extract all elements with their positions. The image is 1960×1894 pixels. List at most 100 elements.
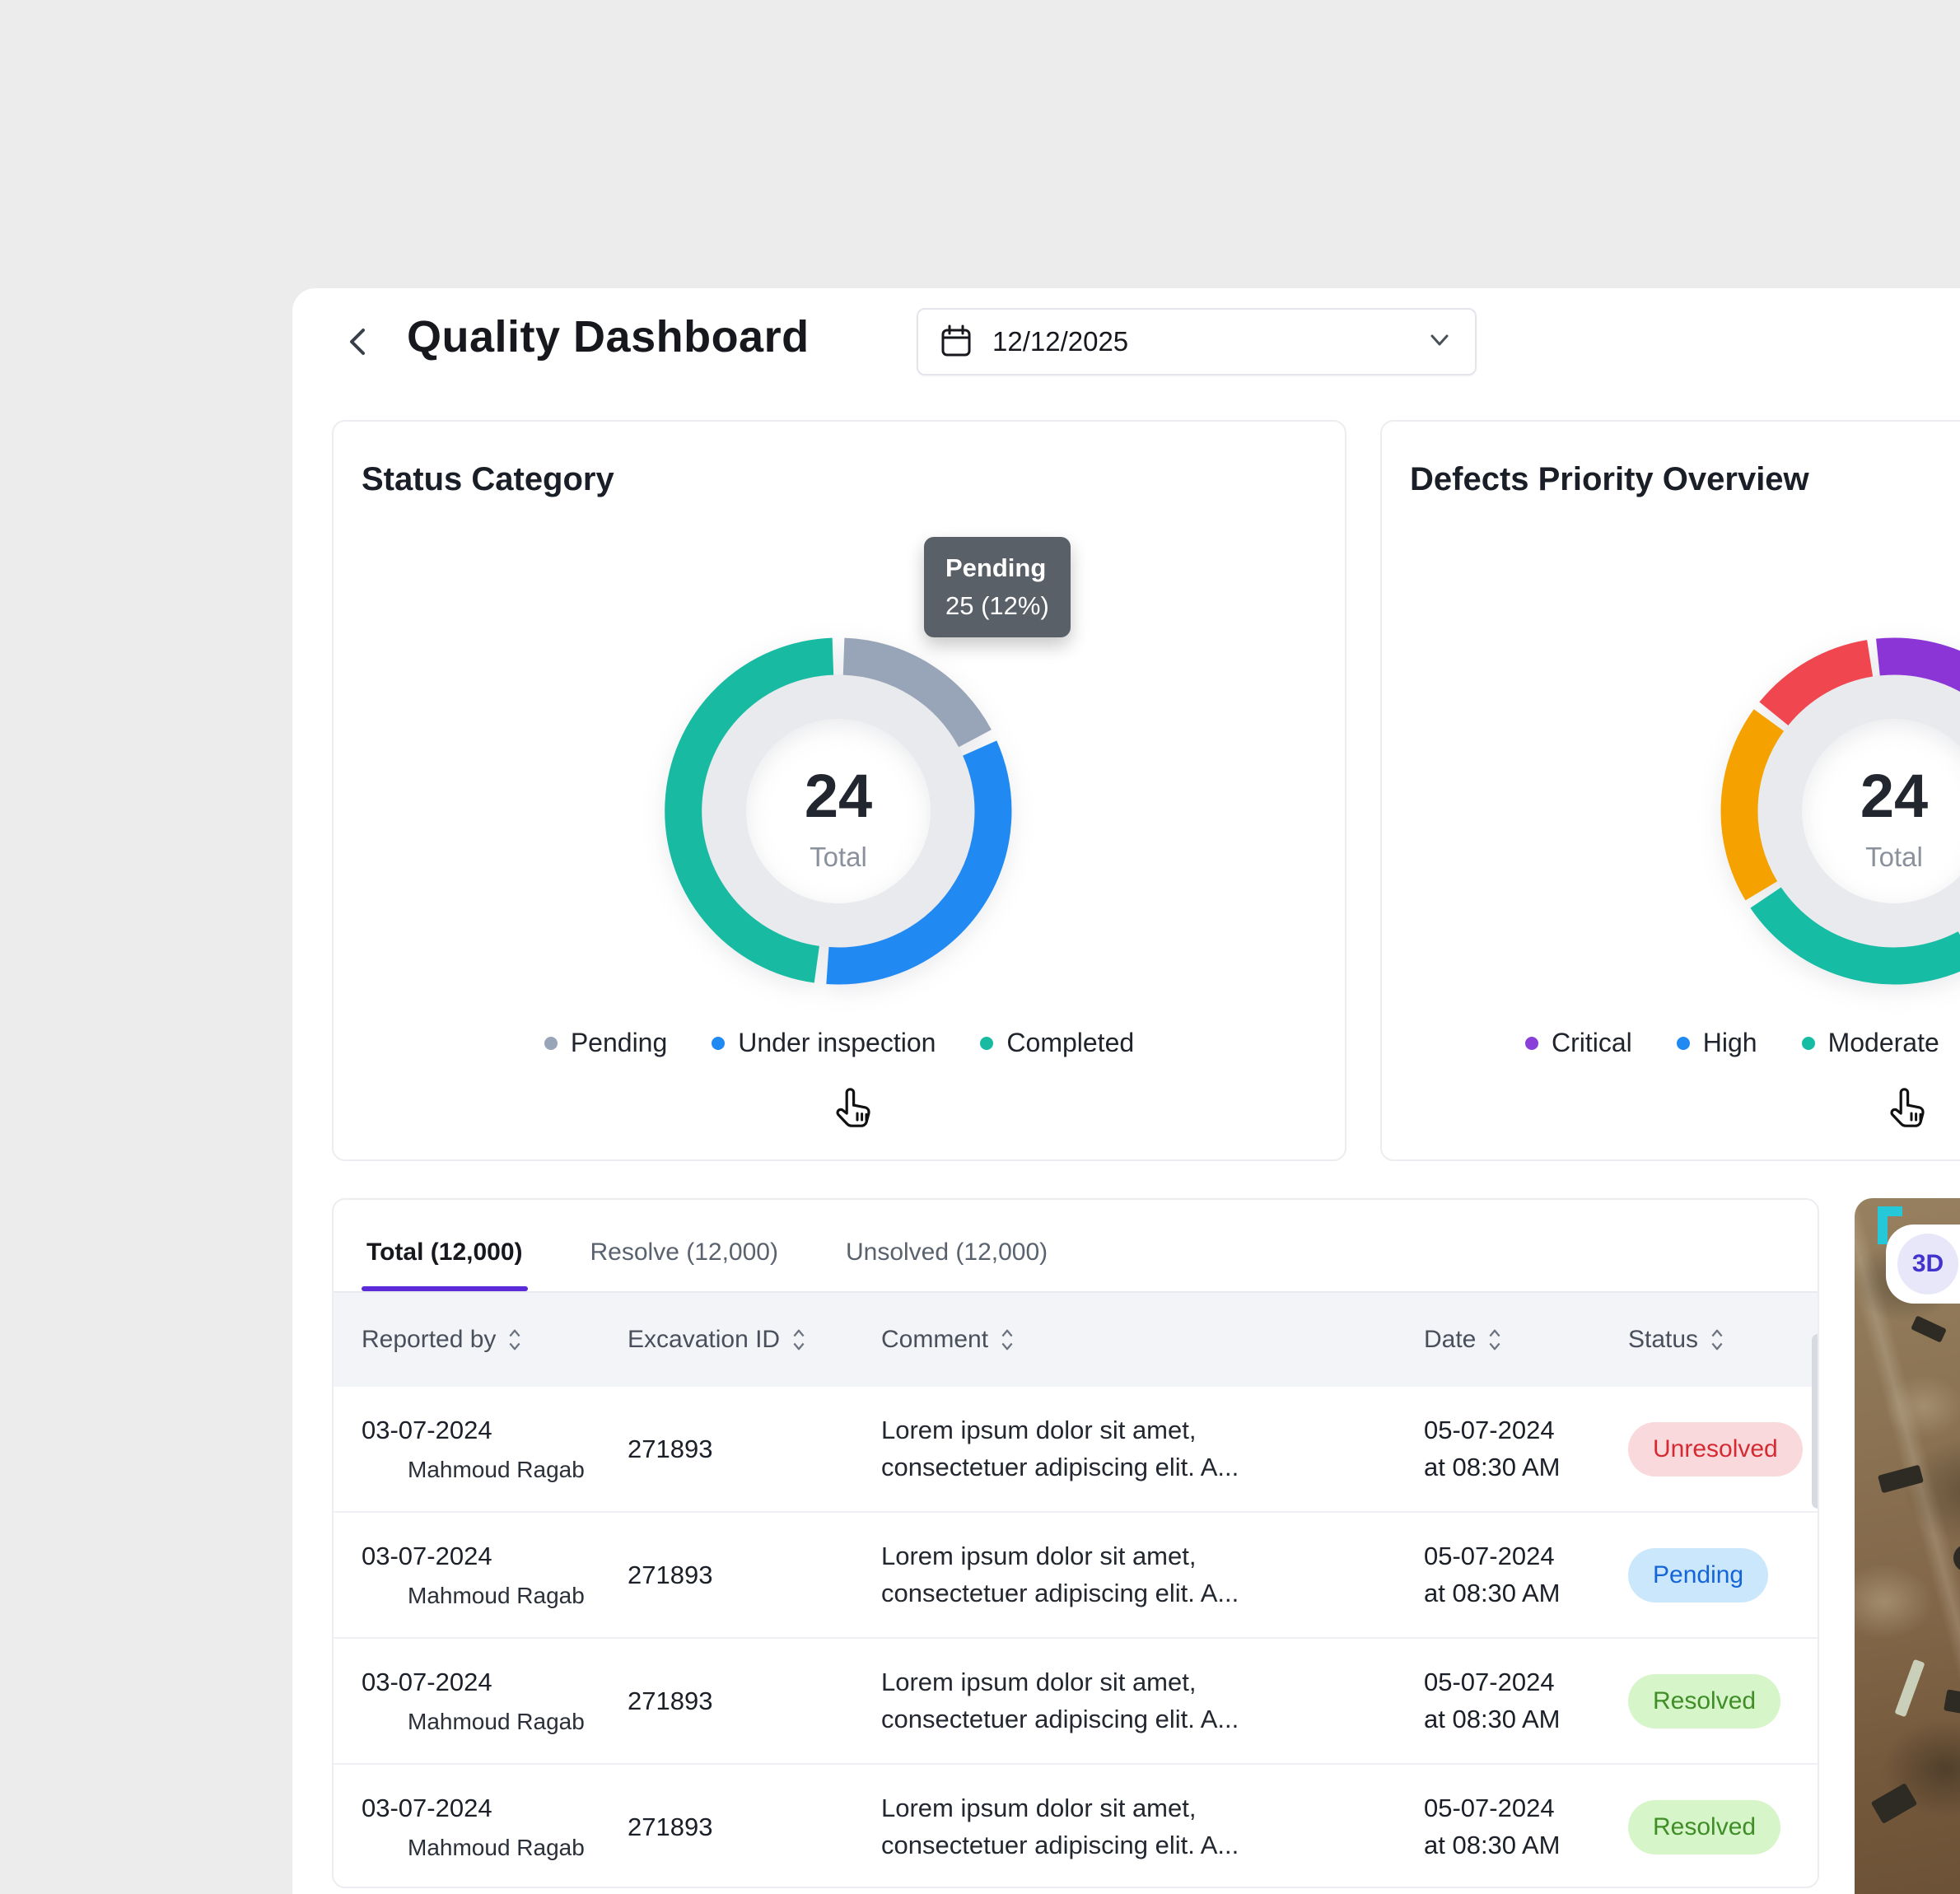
chevron-left-icon [343, 324, 371, 362]
status-badge: Resolved [1628, 1674, 1780, 1728]
satellite-map-panel[interactable]: 3D [1855, 1198, 1960, 1894]
map-object [1944, 1689, 1960, 1716]
comment-line: consectetuer adipiscing elit. A... [881, 1701, 1424, 1738]
comment-line: consectetuer adipiscing elit. A... [881, 1575, 1424, 1612]
cell-excavation-id: 271893 [628, 1434, 881, 1464]
chart-tooltip: Pending 25 (12%) [924, 537, 1071, 637]
status-donut-center: 24 Total [715, 766, 962, 873]
cursor-hand-icon [832, 1085, 878, 1135]
cell-status: Pending [1628, 1548, 1818, 1602]
legend-label: Pending [571, 1028, 667, 1058]
table-row[interactable]: 03-07-2024 Mahmoud Ragab 271893 Lorem ip… [334, 1387, 1818, 1513]
reported-date: 03-07-2024 [362, 1542, 628, 1571]
priority-total-value: 24 [1771, 766, 1960, 827]
legend-label: Under inspection [738, 1028, 936, 1058]
map-3d-toggle[interactable]: 3D [1897, 1234, 1958, 1295]
priority-legend: Critical High Moderate [1525, 1028, 1939, 1058]
tooltip-label: Pending [945, 553, 1071, 583]
cell-date: 05-07-2024 at 08:30 AM [1424, 1412, 1628, 1486]
sort-icon[interactable] [1000, 1327, 1015, 1352]
map-object [1894, 1659, 1925, 1718]
legend-item-moderate[interactable]: Moderate [1802, 1028, 1939, 1058]
defects-table-card: Total (12,000) Resolve (12,000) Unsolved… [332, 1198, 1819, 1888]
reported-date: 03-07-2024 [362, 1416, 628, 1445]
cell-status: Unresolved [1628, 1422, 1818, 1476]
column-label: Comment [881, 1326, 988, 1354]
sort-icon[interactable] [1487, 1327, 1502, 1352]
comment-line: Lorem ipsum dolor sit amet, [881, 1790, 1424, 1827]
reporter-name: Mahmoud Ragab [408, 1835, 628, 1861]
calendar-icon [940, 324, 973, 360]
cell-reported-by: 03-07-2024 Mahmoud Ragab [362, 1542, 628, 1609]
cell-date: 05-07-2024 at 08:30 AM [1424, 1664, 1628, 1738]
back-button[interactable] [336, 321, 379, 364]
legend-dot-completed [980, 1037, 993, 1050]
table-header-row: Reported by Excavation ID Comment Date S… [334, 1293, 1818, 1387]
table-row[interactable]: 03-07-2024 Mahmoud Ragab 271893 Lorem ip… [334, 1765, 1818, 1888]
legend-dot-moderate [1802, 1037, 1815, 1050]
date-line: at 08:30 AM [1424, 1449, 1628, 1486]
cell-reported-by: 03-07-2024 Mahmoud Ragab [362, 1668, 628, 1735]
status-total-label: Total [715, 842, 962, 873]
legend-dot-under-inspection [712, 1037, 725, 1050]
status-total-value: 24 [715, 766, 962, 827]
date-line: 05-07-2024 [1424, 1790, 1628, 1827]
cell-excavation-id: 271893 [628, 1686, 881, 1716]
column-header-comment[interactable]: Comment [881, 1326, 1424, 1354]
legend-item-completed[interactable]: Completed [980, 1028, 1134, 1058]
comment-line: Lorem ipsum dolor sit amet, [881, 1664, 1424, 1701]
cell-status: Resolved [1628, 1800, 1818, 1854]
legend-item-under-inspection[interactable]: Under inspection [712, 1028, 936, 1058]
sort-icon[interactable] [507, 1327, 522, 1352]
cell-reported-by: 03-07-2024 Mahmoud Ragab [362, 1416, 628, 1483]
column-header-date[interactable]: Date [1424, 1326, 1628, 1354]
legend-dot-critical [1525, 1037, 1538, 1050]
comment-line: consectetuer adipiscing elit. A... [881, 1827, 1424, 1864]
comment-line: Lorem ipsum dolor sit amet, [881, 1412, 1424, 1449]
priority-total-label: Total [1771, 842, 1960, 873]
table-scrollbar[interactable] [1812, 1334, 1819, 1509]
sort-icon[interactable] [791, 1327, 806, 1352]
cell-comment: Lorem ipsum dolor sit amet, consectetuer… [881, 1538, 1424, 1612]
reporter-name: Mahmoud Ragab [408, 1457, 628, 1483]
reporter-name: Mahmoud Ragab [408, 1709, 628, 1735]
date-line: 05-07-2024 [1424, 1412, 1628, 1449]
cell-date: 05-07-2024 at 08:30 AM [1424, 1538, 1628, 1612]
cell-status: Resolved [1628, 1674, 1818, 1728]
column-header-status[interactable]: Status [1628, 1326, 1818, 1354]
legend-dot-pending [544, 1037, 558, 1050]
priority-card-title: Defects Priority Overview [1410, 461, 1809, 498]
legend-label: High [1703, 1028, 1757, 1058]
map-object [1911, 1315, 1947, 1342]
priority-donut-center: 24 Total [1771, 766, 1960, 873]
column-header-excavation-id[interactable]: Excavation ID [628, 1326, 881, 1354]
date-line: 05-07-2024 [1424, 1664, 1628, 1701]
legend-dot-high [1677, 1037, 1690, 1050]
legend-item-high[interactable]: High [1677, 1028, 1757, 1058]
date-picker-field[interactable]: 12/12/2025 [917, 308, 1477, 376]
tab-total[interactable]: Total (12,000) [362, 1238, 528, 1291]
column-header-reported-by[interactable]: Reported by [362, 1326, 628, 1354]
status-badge: Pending [1628, 1548, 1768, 1602]
column-label: Excavation ID [628, 1326, 780, 1354]
tab-resolve[interactable]: Resolve (12,000) [586, 1238, 783, 1291]
reported-date: 03-07-2024 [362, 1794, 628, 1823]
table-row[interactable]: 03-07-2024 Mahmoud Ragab 271893 Lorem ip… [334, 1513, 1818, 1639]
date-line: at 08:30 AM [1424, 1827, 1628, 1864]
sort-icon[interactable] [1710, 1327, 1724, 1352]
date-line: at 08:30 AM [1424, 1575, 1628, 1612]
status-badge: Resolved [1628, 1800, 1780, 1854]
cell-comment: Lorem ipsum dolor sit amet, consectetuer… [881, 1790, 1424, 1864]
status-badge: Unresolved [1628, 1422, 1803, 1476]
date-line: at 08:30 AM [1424, 1701, 1628, 1738]
date-value: 12/12/2025 [992, 326, 1426, 357]
table-row[interactable]: 03-07-2024 Mahmoud Ragab 271893 Lorem ip… [334, 1639, 1818, 1765]
tab-unsolved[interactable]: Unsolved (12,000) [841, 1238, 1052, 1291]
column-label: Date [1424, 1326, 1476, 1354]
cell-comment: Lorem ipsum dolor sit amet, consectetuer… [881, 1412, 1424, 1486]
legend-item-pending[interactable]: Pending [544, 1028, 667, 1058]
legend-item-critical[interactable]: Critical [1525, 1028, 1632, 1058]
map-object [1871, 1783, 1918, 1824]
legend-label: Critical [1552, 1028, 1632, 1058]
table-tabs: Total (12,000) Resolve (12,000) Unsolved… [334, 1200, 1818, 1291]
